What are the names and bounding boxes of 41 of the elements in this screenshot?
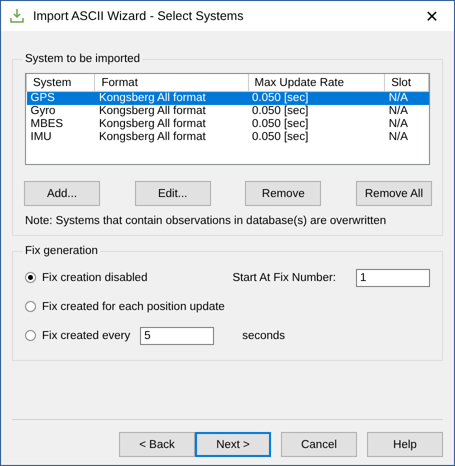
- radio-option[interactable]: Fix created every: [25, 330, 130, 342]
- unit-label: seconds: [242, 330, 286, 342]
- action-button[interactable]: Remove: [245, 181, 322, 206]
- table-cell[interactable]: N/A: [384, 118, 428, 131]
- wizard-button[interactable]: < Back: [119, 432, 195, 457]
- group-title: System to be imported: [24, 53, 142, 65]
- table-cell[interactable]: MBES: [26, 118, 95, 131]
- column-header[interactable]: Format: [94, 74, 248, 92]
- table-cell[interactable]: N/A: [384, 92, 428, 105]
- column-header[interactable]: Slot: [384, 74, 428, 92]
- table-cell[interactable]: Kongsberg All format: [94, 92, 248, 105]
- table-cell[interactable]: N/A: [384, 131, 428, 144]
- radio-option[interactable]: Fix created for each position update: [25, 300, 225, 312]
- action-button[interactable]: Edit...: [134, 181, 211, 206]
- input-field[interactable]: 5: [140, 326, 214, 344]
- action-button[interactable]: Remove All: [356, 181, 432, 206]
- table-cell[interactable]: Kongsberg All format: [94, 118, 248, 131]
- table-cell[interactable]: Kongsberg All format: [94, 131, 248, 144]
- close-button[interactable]: ✕: [410, 1, 454, 31]
- table-cell[interactable]: N/A: [384, 105, 428, 118]
- table-cell[interactable]: Gyro: [26, 105, 95, 118]
- table-cell[interactable]: 0.050 [sec]: [248, 131, 385, 144]
- radio-option[interactable]: Fix creation disabled: [25, 272, 148, 284]
- note-text: Note: Systems that contain observations in database(s) are overwritten: [25, 215, 388, 227]
- field-label: Start At Fix Number:: [232, 272, 336, 284]
- wizard-button[interactable]: Next >: [195, 432, 271, 457]
- group-title: Fix generation: [24, 245, 99, 257]
- window-title: Import ASCII Wizard - Select Systems: [33, 9, 244, 23]
- table-cell[interactable]: 0.050 [sec]: [248, 118, 385, 131]
- table-cell[interactable]: 0.050 [sec]: [248, 92, 385, 105]
- wizard-button[interactable]: Cancel: [281, 432, 357, 457]
- table-cell[interactable]: GPS: [26, 92, 95, 105]
- column-header[interactable]: System: [26, 74, 95, 92]
- input-field[interactable]: 1: [356, 268, 430, 286]
- table-cell[interactable]: Kongsberg All format: [94, 105, 248, 118]
- table-cell[interactable]: IMU: [26, 131, 95, 144]
- action-button[interactable]: Add...: [24, 181, 100, 206]
- wizard-button[interactable]: Help: [367, 432, 443, 457]
- column-header[interactable]: Max Update Rate: [248, 74, 385, 92]
- import-icon: [9, 8, 25, 24]
- table-cell[interactable]: 0.050 [sec]: [248, 105, 385, 118]
